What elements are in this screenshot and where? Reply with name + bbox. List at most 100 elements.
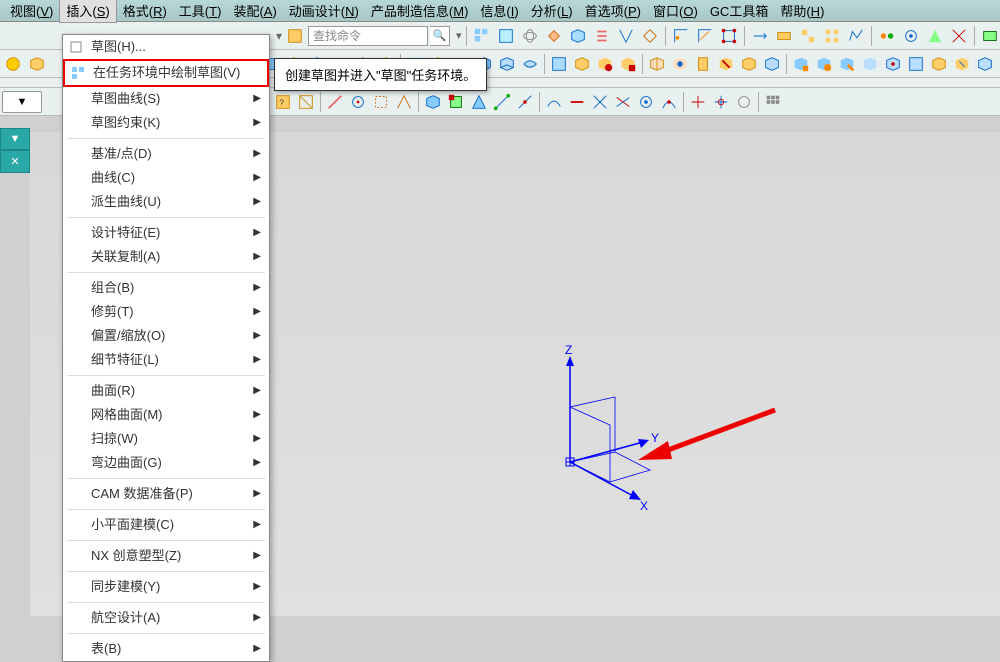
menu-option[interactable]: 组合(B)▶ [63,276,269,300]
tool-icon[interactable] [639,25,661,47]
tool-icon[interactable] [687,91,709,113]
tool-icon[interactable] [813,53,835,75]
menu-option[interactable]: 偏置/缩放(O)▶ [63,324,269,348]
tool-icon[interactable] [347,91,369,113]
tool-icon[interactable] [979,25,1000,47]
tool-icon[interactable] [393,91,415,113]
tool-icon[interactable]: ▼ [2,91,42,113]
tool-icon[interactable] [284,25,306,47]
menu-option[interactable]: 在任务环境中绘制草图(V) [63,59,269,87]
menu-option[interactable]: 修剪(T)▶ [63,300,269,324]
menu-option[interactable]: 派生曲线(U)▶ [63,190,269,214]
tool-icon[interactable] [646,53,668,75]
menu-info[interactable]: 信息(I) [474,0,524,22]
menu-option[interactable]: 曲面(R)▶ [63,379,269,403]
menu-window[interactable]: 窗口(O) [647,0,704,22]
tool-icon[interactable] [692,53,714,75]
menu-option[interactable]: 细节特征(L)▶ [63,348,269,372]
menu-option[interactable]: 小平面建模(C)▶ [63,513,269,537]
tool-icon[interactable] [669,53,691,75]
menu-help[interactable]: 帮助(H) [774,0,830,22]
search-input[interactable]: 查找命令 [308,26,428,46]
tool-icon[interactable] [615,25,637,47]
tool-icon[interactable] [468,91,490,113]
tool-icon[interactable] [876,25,898,47]
tool-icon[interactable] [821,25,843,47]
tool-icon[interactable] [882,53,904,75]
menu-format[interactable]: 格式(R) [117,0,173,22]
tool-icon[interactable] [295,91,317,113]
menu-option[interactable]: 表(B)▶ [63,637,269,661]
tool-icon[interactable] [948,25,970,47]
tool-icon[interactable] [471,25,493,47]
tool-icon[interactable] [324,91,346,113]
tool-icon[interactable] [548,53,570,75]
menu-assembly[interactable]: 装配(A) [227,0,282,22]
tool-icon[interactable] [790,53,812,75]
menu-option[interactable]: 关联复制(A)▶ [63,245,269,269]
tool-icon[interactable] [761,53,783,75]
tool-icon[interactable] [749,25,771,47]
tool-icon[interactable] [658,91,680,113]
menu-option[interactable]: 草图约束(K)▶ [63,111,269,135]
tool-icon[interactable] [496,53,518,75]
tool-icon[interactable] [845,25,867,47]
left-tab-dropdown[interactable]: ▼ [0,128,30,150]
menu-option[interactable]: 草图曲线(S)▶ [63,87,269,111]
tool-icon[interactable] [924,25,946,47]
menu-insert[interactable]: 插入(S) [59,0,116,23]
menu-option[interactable]: CAM 数据准备(P)▶ [63,482,269,506]
tool-icon[interactable] [422,91,444,113]
tool-icon[interactable] [567,25,589,47]
tool-icon[interactable] [495,25,517,47]
tool-icon[interactable] [514,91,536,113]
menu-option[interactable]: 同步建模(Y)▶ [63,575,269,599]
tool-icon[interactable] [571,53,593,75]
tool-icon[interactable] [797,25,819,47]
tool-icon[interactable] [591,25,613,47]
tool-icon[interactable] [718,25,740,47]
menu-option[interactable]: NX 创意塑型(Z)▶ [63,544,269,568]
menu-option[interactable]: 曲线(C)▶ [63,166,269,190]
tool-icon[interactable] [733,91,755,113]
tool-icon[interactable] [762,91,784,113]
tool-icon[interactable]: ? [272,91,294,113]
tool-icon[interactable] [928,53,950,75]
tool-icon[interactable] [543,25,565,47]
tool-icon[interactable] [445,91,467,113]
tool-icon[interactable] [710,91,732,113]
tool-icon[interactable] [859,53,881,75]
tool-icon[interactable] [589,91,611,113]
menu-option[interactable]: 草图(H)... [63,35,269,59]
tool-icon[interactable] [370,91,392,113]
tool-icon[interactable] [905,53,927,75]
tool-icon[interactable] [773,25,795,47]
menu-analyse[interactable]: 分析(L) [525,0,579,22]
tool-icon[interactable] [694,25,716,47]
tool-icon[interactable] [738,53,760,75]
menu-pmi[interactable]: 产品制造信息(M) [365,0,475,22]
menu-option[interactable]: 网格曲面(M)▶ [63,403,269,427]
tool-icon[interactable] [617,53,639,75]
tool-icon[interactable] [491,91,513,113]
left-tab-close[interactable]: ✕ [0,150,30,173]
tool-icon[interactable] [635,91,657,113]
tool-icon[interactable] [836,53,858,75]
menu-gc[interactable]: GC工具箱 [704,0,775,22]
tool-icon[interactable] [519,53,541,75]
tool-icon[interactable] [612,91,634,113]
menu-pref[interactable]: 首选项(P) [579,0,647,22]
menu-option[interactable]: 设计特征(E)▶ [63,221,269,245]
tool-icon[interactable] [594,53,616,75]
search-icon[interactable]: 🔍 [430,26,450,46]
tool-icon[interactable] [715,53,737,75]
tool-icon[interactable] [26,53,48,75]
menu-tool[interactable]: 工具(T) [173,0,228,22]
menu-view[interactable]: 视图(V) [4,0,59,22]
menu-option[interactable]: 航空设计(A)▶ [63,606,269,630]
menu-animation[interactable]: 动画设计(N) [283,0,365,22]
tool-icon[interactable] [670,25,692,47]
tool-icon[interactable] [566,91,588,113]
tool-icon[interactable] [543,91,565,113]
menu-option[interactable]: 弯边曲面(G)▶ [63,451,269,475]
